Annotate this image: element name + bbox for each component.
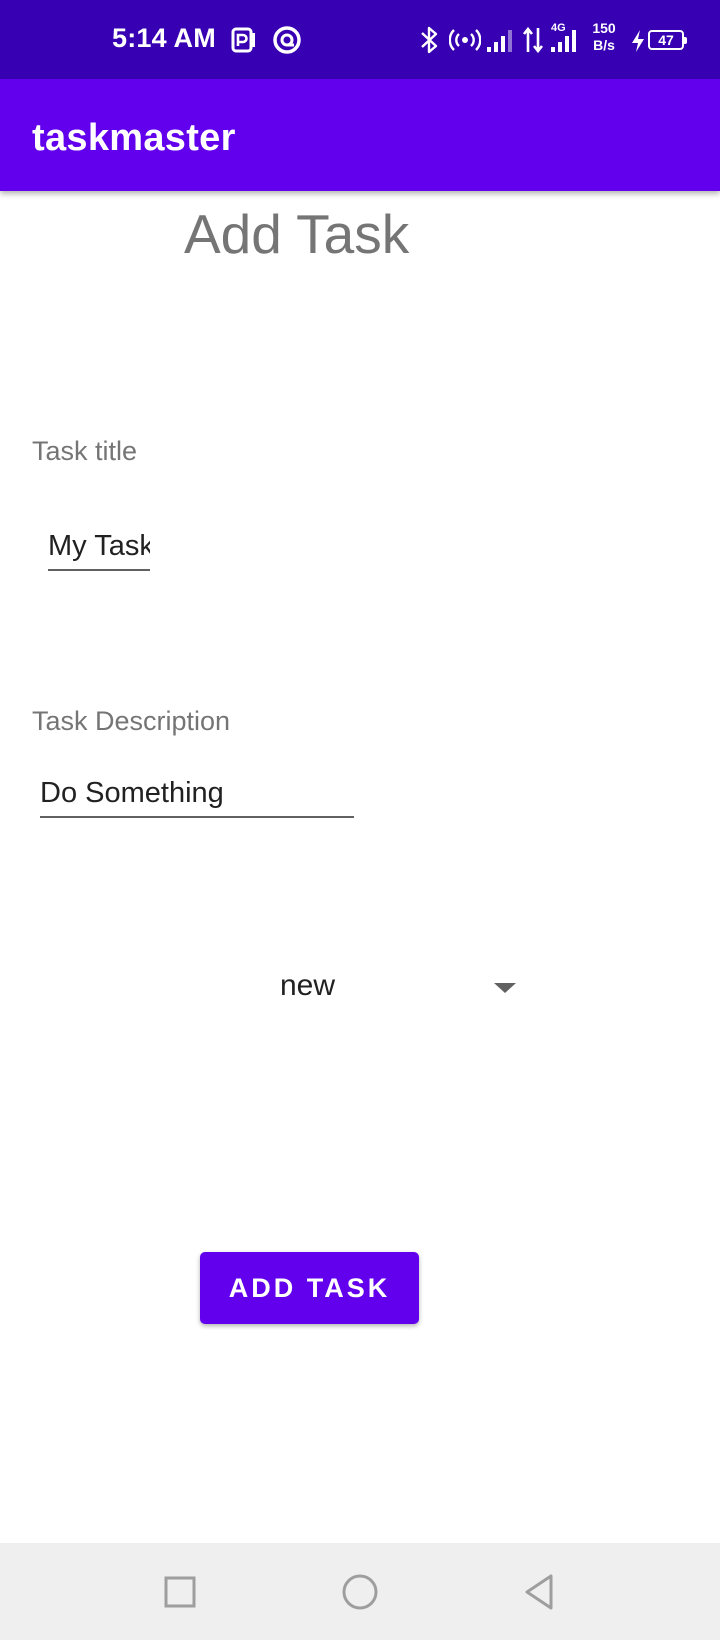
app-bar: taskmaster bbox=[0, 79, 720, 191]
recents-square-icon[interactable] bbox=[155, 1567, 205, 1617]
network-type-label: 4G bbox=[551, 22, 566, 34]
add-task-button[interactable]: ADD TASK bbox=[200, 1252, 419, 1324]
status-selected-value: new bbox=[280, 969, 336, 1002]
charging-icon bbox=[632, 30, 644, 52]
vpn-icon bbox=[273, 26, 301, 54]
bluetooth-icon bbox=[421, 26, 438, 54]
data-arrows-icon bbox=[522, 26, 544, 54]
signal-icon bbox=[487, 30, 512, 52]
page-title: Add Task bbox=[184, 203, 410, 265]
home-circle-icon[interactable] bbox=[335, 1567, 385, 1617]
status-spinner[interactable]: new bbox=[260, 960, 520, 1010]
status-bar: 5:14 AM 4G 150 B/s 47 bbox=[0, 0, 720, 79]
battery-icon: 47 bbox=[648, 30, 687, 50]
back-triangle-icon[interactable] bbox=[515, 1567, 565, 1617]
network-speed-value: 150 bbox=[592, 20, 616, 36]
network-speed: 150 B/s bbox=[588, 20, 620, 54]
signal-4g-icon: 4G bbox=[551, 22, 576, 52]
task-title-label: Task title bbox=[32, 436, 138, 466]
status-time: 5:14 AM bbox=[112, 23, 216, 53]
battery-level: 47 bbox=[658, 32, 674, 48]
task-description-label: Task Description bbox=[32, 706, 231, 736]
network-speed-unit: B/s bbox=[593, 37, 615, 53]
task-description-input[interactable] bbox=[40, 777, 354, 818]
hotspot-icon bbox=[449, 29, 481, 51]
navigation-bar bbox=[0, 1543, 720, 1640]
parking-app-icon bbox=[231, 27, 255, 53]
app-title: taskmaster bbox=[32, 117, 236, 159]
task-title-input[interactable] bbox=[48, 530, 150, 571]
dropdown-arrow-icon bbox=[494, 983, 516, 993]
